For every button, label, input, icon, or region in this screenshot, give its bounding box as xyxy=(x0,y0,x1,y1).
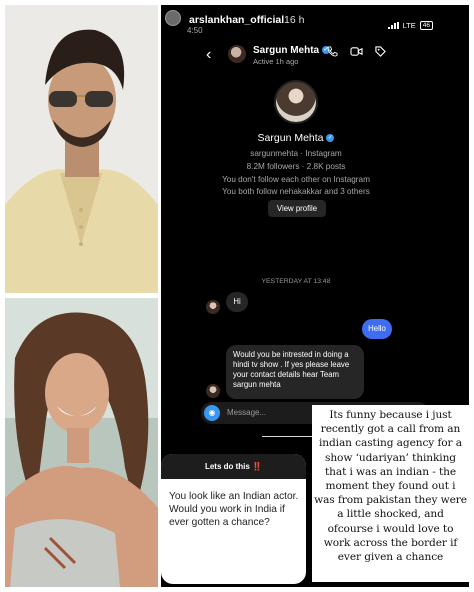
sender-avatar xyxy=(206,384,220,398)
message-input[interactable]: Message... xyxy=(227,408,266,417)
signal-icon xyxy=(387,22,399,29)
chat-header: ‹ Sargun Mehta ✓ Active 1h ago xyxy=(161,41,469,75)
question-text: You look like an Indian actor. Would you… xyxy=(169,491,299,528)
profile-picture[interactable] xyxy=(274,80,318,124)
phone-icon[interactable] xyxy=(327,46,338,57)
profile-stats: 8.2M followers · 2.8K posts xyxy=(246,162,346,171)
contact-name-row[interactable]: Sargun Mehta ✓ xyxy=(253,45,330,56)
header-actions xyxy=(327,46,386,57)
story-header: arslankhan_official 16 h 4:50 LTE 46 xyxy=(161,5,469,35)
status-clock: 4:50 xyxy=(187,26,203,35)
caption-divider xyxy=(262,436,312,437)
verified-icon: ✓ xyxy=(326,134,335,143)
man-photo xyxy=(5,5,158,293)
story-avatar[interactable] xyxy=(165,10,181,26)
network-label: LTE xyxy=(402,21,416,30)
profile-name: Sargun Mehta xyxy=(257,132,324,144)
date-divider: YESTERDAY AT 13:48 xyxy=(261,278,331,285)
incoming-message-hi[interactable]: Hi xyxy=(226,292,248,312)
contact-status: Active 1h ago xyxy=(253,57,299,66)
story-username[interactable]: arslankhan_official xyxy=(189,14,284,26)
woman-portrait-illustration xyxy=(5,298,158,587)
follow-note: You don't follow each other on Instagram xyxy=(222,175,370,184)
video-icon[interactable] xyxy=(350,46,363,57)
contact-avatar[interactable] xyxy=(228,45,246,63)
man-portrait-illustration xyxy=(5,5,158,293)
view-profile-button[interactable]: View profile xyxy=(268,200,326,217)
outgoing-message-hello[interactable]: Hello xyxy=(362,319,392,339)
profile-handle: sargunmehta · Instagram xyxy=(250,149,342,158)
woman-photo xyxy=(5,298,158,587)
camera-icon[interactable]: ◉ xyxy=(204,405,220,421)
story-caption: Its funny because i just recently got a … xyxy=(312,405,469,582)
profile-name-row: Sargun Mehta ✓ xyxy=(161,132,431,144)
mutual-follows: You both follow nehakakkar and 3 others xyxy=(222,187,370,196)
tag-icon[interactable] xyxy=(375,46,386,57)
collage: arslankhan_official 16 h 4:50 LTE 46 ‹ S… xyxy=(0,0,474,592)
question-header: Lets do this ‼️ xyxy=(161,454,306,479)
chevron-left-icon[interactable]: ‹ xyxy=(206,46,211,64)
status-indicators: LTE 46 xyxy=(387,21,433,30)
contact-name: Sargun Mehta xyxy=(253,45,320,56)
story-time: 16 h xyxy=(284,14,305,26)
battery-icon: 46 xyxy=(419,21,433,30)
incoming-message-offer[interactable]: Would you be intrested in doing a hindi … xyxy=(226,345,364,399)
sender-avatar xyxy=(206,300,220,314)
question-sticker: Lets do this ‼️ You look like an Indian … xyxy=(161,454,306,584)
